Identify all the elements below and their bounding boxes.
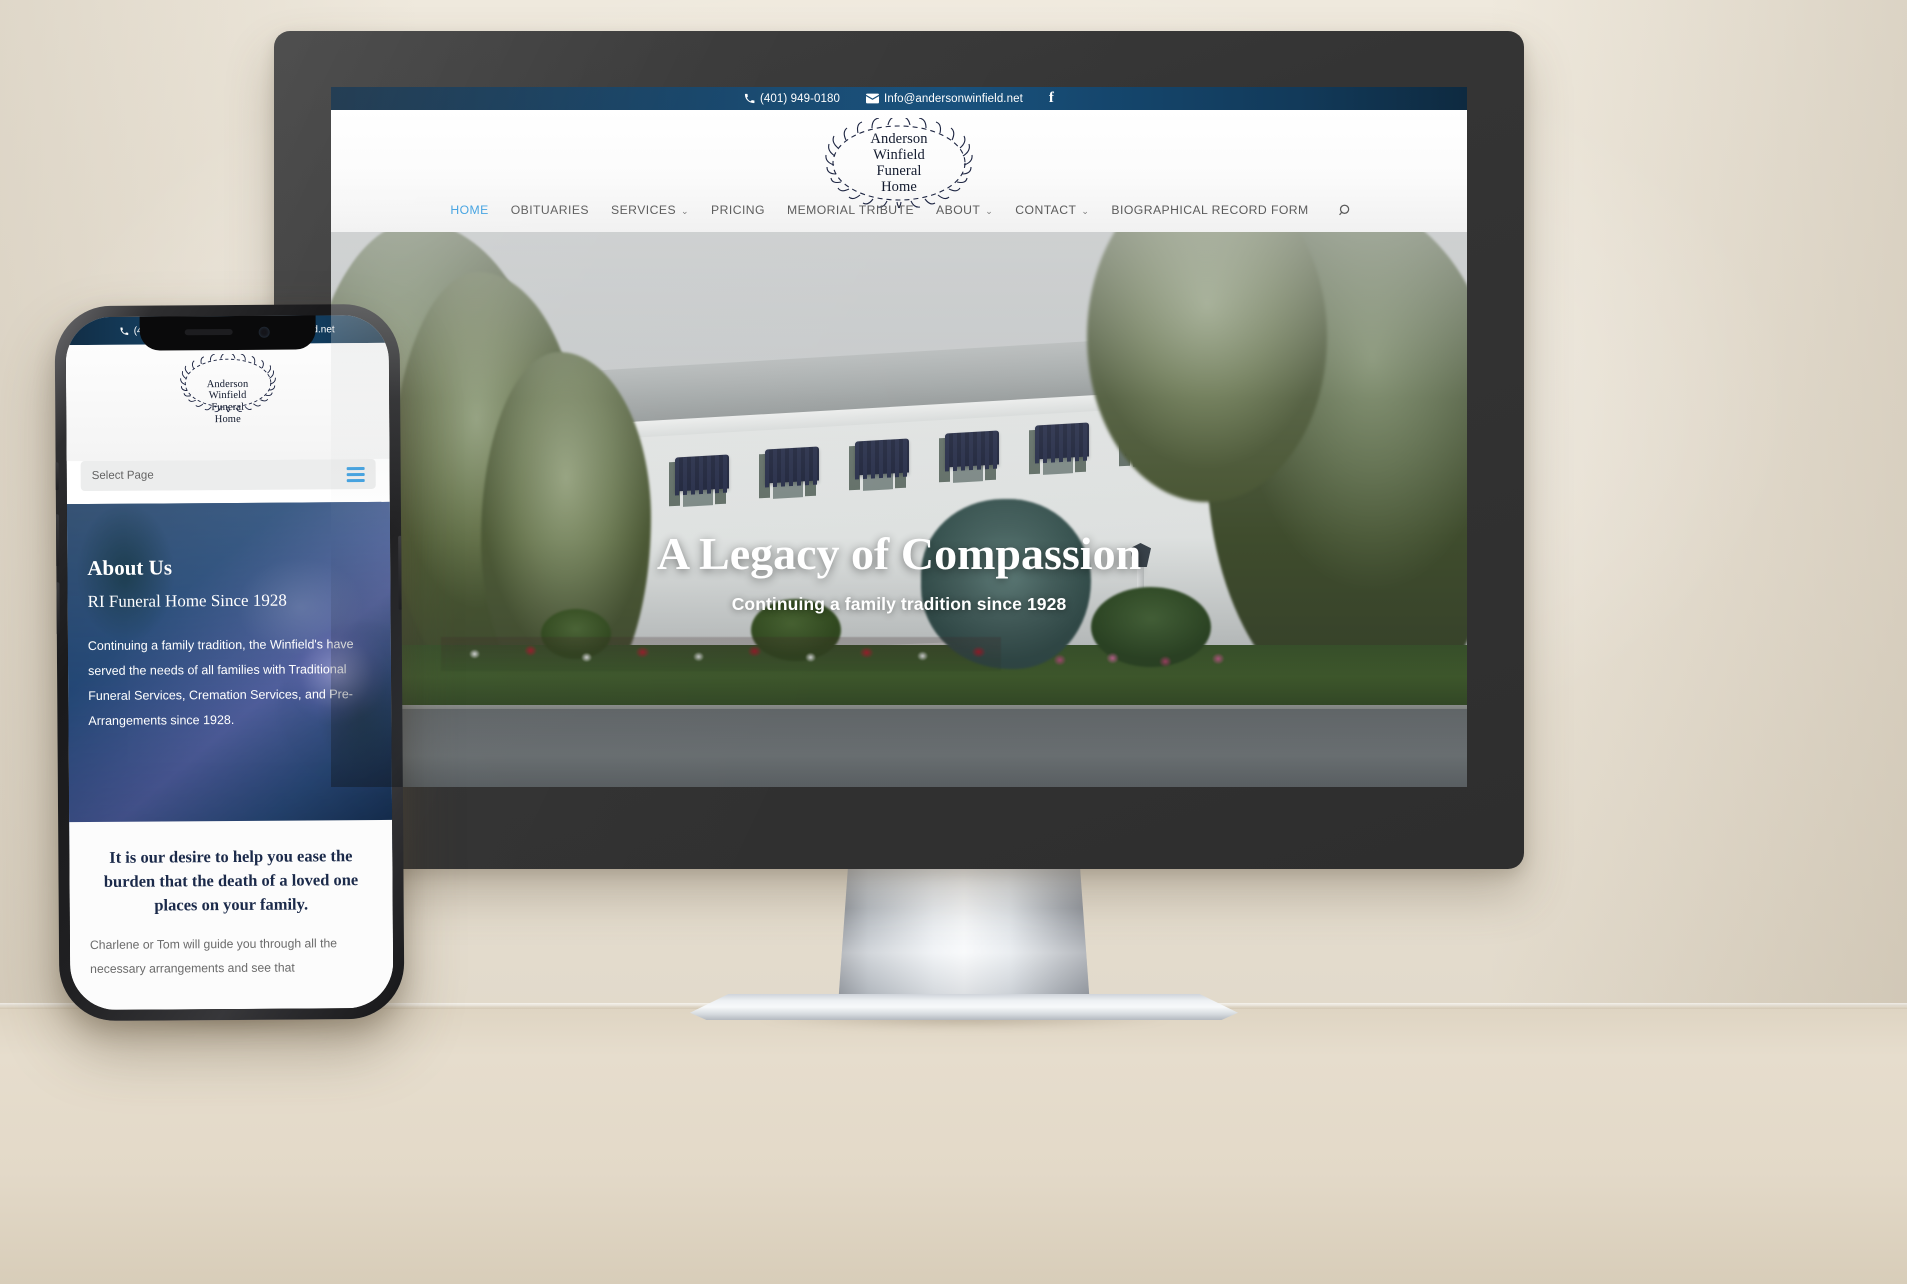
phone-front-camera [258, 326, 270, 338]
logo-line-3: Funeral [876, 163, 922, 179]
topbar-email[interactable]: Info@andersonwinfield.net [866, 93, 1023, 105]
phone-about-heading: About Us [87, 555, 173, 580]
monitor-screen: (401) 949-0180 Info@andersonwinfield.net… [331, 87, 1467, 787]
logo-line-1: Anderson [870, 130, 928, 147]
nav-item-obituaries[interactable]: OBITUARIES [500, 203, 600, 217]
topbar-phone-text: (401) 949-0180 [760, 92, 841, 105]
topbar-phone[interactable]: (401) 949-0180 [744, 93, 840, 105]
phone-select-page-label: Select Page [91, 469, 154, 482]
phone-about-paragraph: Continuing a family tradition, the Winfi… [87, 637, 354, 728]
monitor-stand-shine [838, 866, 1090, 1006]
table-surface [0, 1006, 1907, 1284]
logo-text: Anderson Winfield Funeral Home [870, 131, 927, 196]
logo-line-4: Home [214, 413, 241, 425]
logo-line-2: Winfield [208, 390, 247, 402]
phone-notch [139, 314, 316, 351]
phone-volume-up-button[interactable] [54, 514, 60, 567]
phone-earpiece-speaker [184, 328, 233, 336]
logo-line-3: Funeral [211, 401, 245, 414]
logo-line-1: Anderson [206, 378, 249, 390]
hero-subtitle: Continuing a family tradition since 1928 [731, 594, 1067, 615]
phone-site-logo[interactable]: Anderson Winfield Funeral Home [168, 353, 287, 451]
phone-mute-switch[interactable] [54, 462, 59, 491]
site-header: Anderson Winfield Funeral Home HOME OBIT… [331, 110, 1467, 232]
phone-volume-down-button[interactable] [55, 582, 60, 635]
monitor-chin [274, 789, 1524, 869]
nav-item-memorial-tribute[interactable]: MEMORIAL TRIBUTE [776, 203, 925, 217]
main-navigation: HOME OBITUARIES SERVICES ⌄ PRICING MEMOR… [331, 188, 1467, 232]
nav-item-about[interactable]: ABOUT ⌄ [925, 203, 1004, 217]
nav-item-contact[interactable]: CONTACT ⌄ [1004, 203, 1100, 217]
phone-icon [744, 93, 755, 104]
website-desktop: (401) 949-0180 Info@andersonwinfield.net… [331, 87, 1467, 787]
envelope-icon [866, 93, 880, 104]
hero-title: A Legacy of Compassion [656, 528, 1142, 579]
phone-quote-section: It is our desire to help you ease the bu… [69, 819, 394, 1011]
site-topbar: (401) 949-0180 Info@andersonwinfield.net… [331, 87, 1467, 110]
monitor-stand-base [690, 994, 1238, 1020]
chevron-down-icon: ⌄ [681, 205, 690, 216]
phone-about-subheading: RI Funeral Home Since 1928 [87, 590, 287, 611]
nav-item-home[interactable]: HOME [439, 203, 499, 217]
phone-icon [120, 326, 129, 335]
phone-logo-text: Anderson Winfield Funeral Home [207, 378, 249, 425]
phone-quote-text: It is our desire to help you ease the bu… [103, 846, 359, 915]
chevron-down-icon: ⌄ [1081, 205, 1090, 216]
chevron-down-icon: ⌄ [985, 205, 994, 216]
nav-item-services[interactable]: SERVICES ⌄ [600, 203, 700, 217]
search-icon[interactable] [1320, 203, 1359, 218]
nav-item-biographical-record-form[interactable]: BIOGRAPHICAL RECORD FORM [1100, 203, 1319, 217]
hero-copy: A Legacy of Compassion Continuing a fami… [331, 528, 1467, 615]
facebook-icon[interactable]: f [1049, 91, 1054, 106]
logo-line-2: Winfield [873, 146, 925, 163]
nav-item-pricing[interactable]: PRICING [700, 203, 776, 217]
phone-quote-subtext: Charlene or Tom will guide you through a… [89, 936, 338, 976]
topbar-email-text: Info@andersonwinfield.net [884, 92, 1023, 105]
hero-overlay [331, 232, 1467, 787]
desktop-monitor: (401) 949-0180 Info@andersonwinfield.net… [274, 31, 1524, 869]
hero-section: A Legacy of Compassion Continuing a fami… [331, 232, 1467, 787]
